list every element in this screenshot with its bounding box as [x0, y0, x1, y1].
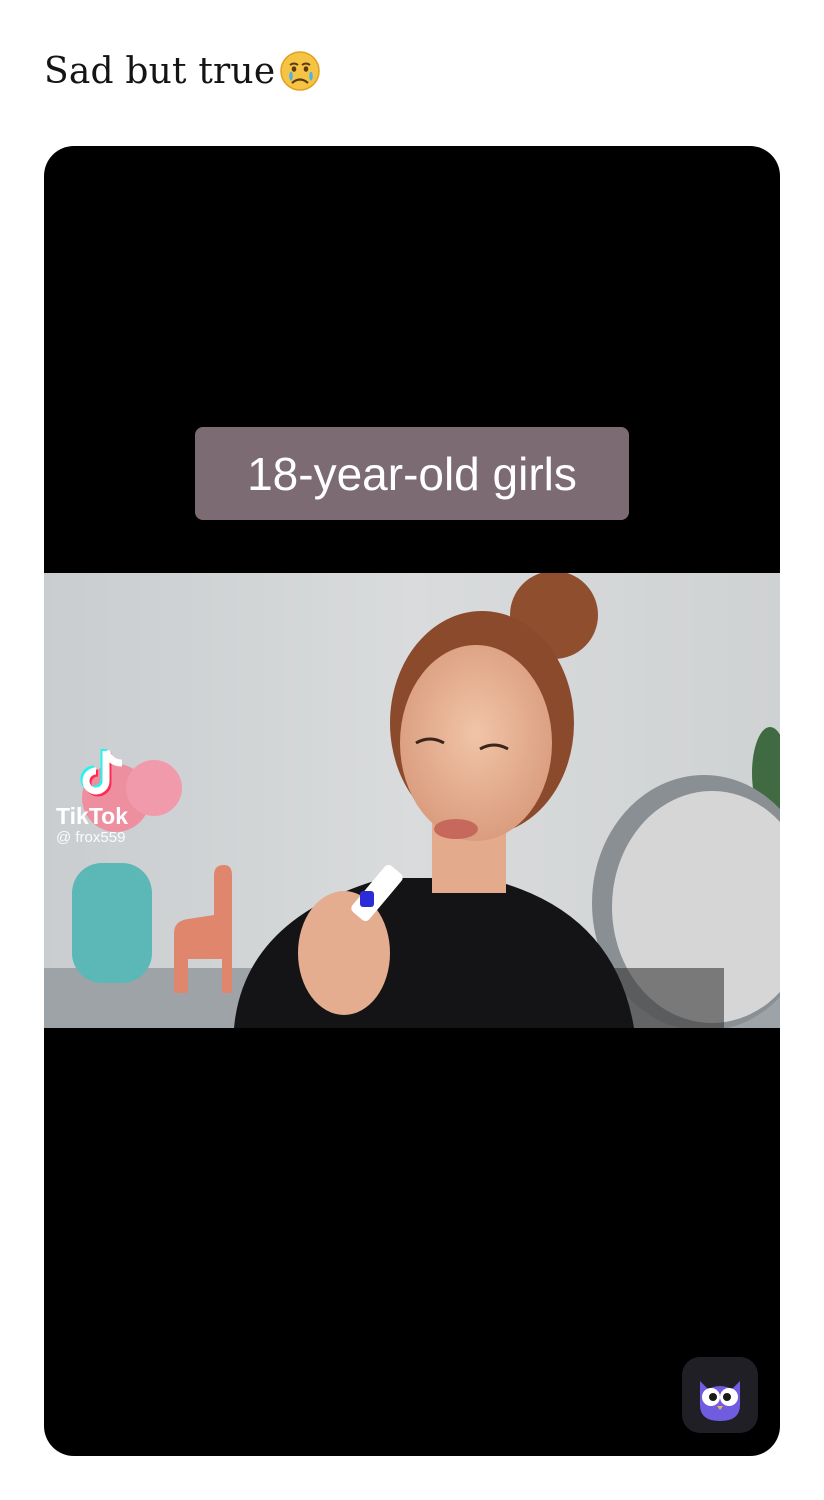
video-frame-image	[44, 573, 780, 1028]
tiktok-brand-text: TikTok	[56, 803, 128, 829]
video-overlay-label: 18-year-old girls	[195, 427, 629, 520]
caption-text: Sad but true	[44, 50, 276, 92]
crying-face-icon	[280, 51, 321, 91]
tiktok-watermark: TikTok @ frox559	[56, 743, 130, 847]
video-player[interactable]: 18-year-old girls TikTok @ frox559	[44, 146, 780, 1456]
post-caption: Sad but true	[44, 50, 321, 92]
owl-icon	[700, 1381, 740, 1421]
overlay-text: 18-year-old girls	[247, 447, 577, 500]
video-frame: TikTok @ frox559	[44, 573, 780, 1028]
app-badge[interactable]	[682, 1357, 758, 1433]
tiktok-handle: @ frox559	[56, 829, 126, 846]
tiktok-logo-icon	[80, 749, 123, 797]
